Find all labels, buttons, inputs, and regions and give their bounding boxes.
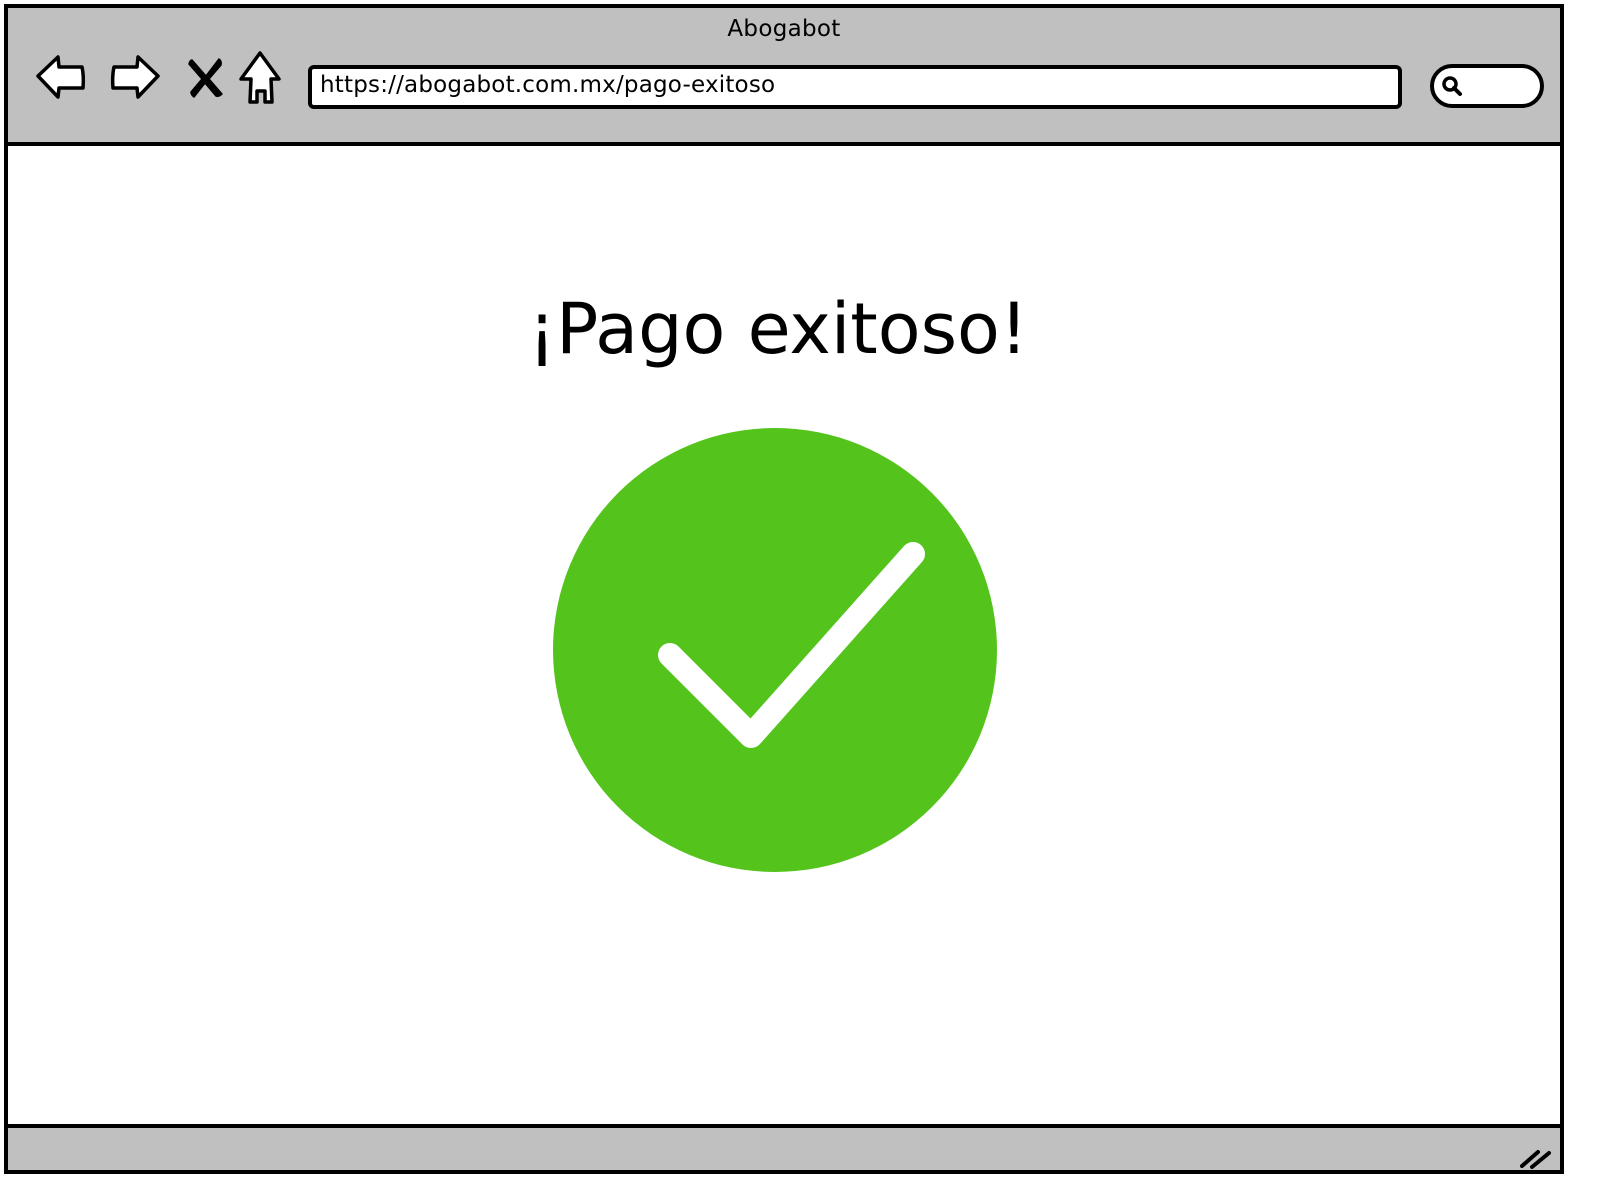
resize-grip-icon[interactable]: [1518, 1140, 1554, 1170]
browser-window: Abogabot https://abogabot.com.mx/pago-ex…: [4, 4, 1564, 1174]
window-title: Abogabot: [727, 16, 841, 42]
close-icon[interactable]: [176, 48, 236, 108]
forward-arrow-icon[interactable]: [104, 48, 164, 108]
search-icon: [1440, 74, 1464, 98]
address-bar-url[interactable]: https://abogabot.com.mx/pago-exitoso: [320, 72, 775, 98]
address-bar[interactable]: https://abogabot.com.mx/pago-exitoso: [308, 65, 1402, 109]
checkmark-circle-icon: [553, 428, 997, 872]
home-icon[interactable]: [230, 48, 290, 108]
checkmark-circle-background: [553, 428, 997, 872]
page-title: ¡Pago exitoso!: [528, 288, 1028, 370]
page-content: ¡Pago exitoso!: [8, 146, 1560, 1124]
status-bar: [8, 1124, 1560, 1170]
search-input[interactable]: [1430, 64, 1544, 108]
browser-toolbar: Abogabot https://abogabot.com.mx/pago-ex…: [8, 8, 1560, 146]
back-arrow-icon[interactable]: [32, 48, 92, 108]
